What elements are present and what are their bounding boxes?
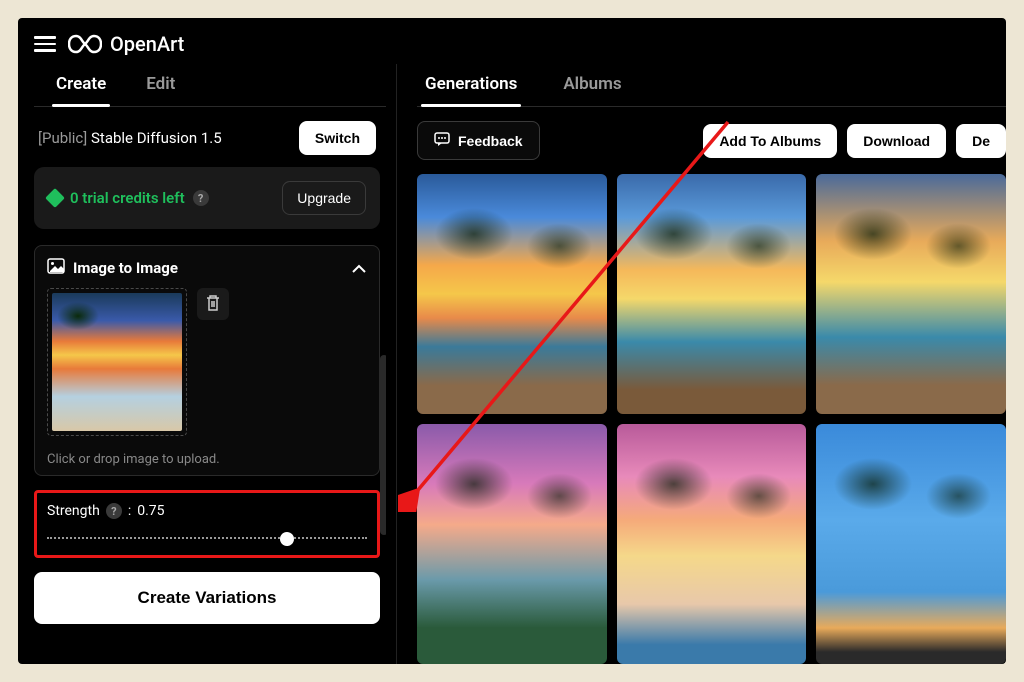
- generation-thumbnail[interactable]: [417, 424, 607, 664]
- panel-title: Image to Image: [47, 258, 178, 278]
- upgrade-button[interactable]: Upgrade: [282, 181, 366, 215]
- brand-name: OpenArt: [110, 32, 184, 56]
- scrollbar[interactable]: [380, 355, 386, 535]
- strength-slider[interactable]: [47, 537, 367, 539]
- brand-logo[interactable]: OpenArt: [68, 32, 184, 56]
- uploaded-thumbnail: [52, 293, 182, 431]
- generation-thumbnail[interactable]: [617, 424, 807, 664]
- panel-header: Image to Image: [47, 258, 367, 278]
- sidebar: Create Edit [Public] Stable Diffusion 1.…: [18, 64, 396, 664]
- feedback-label: Feedback: [458, 133, 523, 149]
- model-selector: [Public] Stable Diffusion 1.5 Switch: [34, 121, 380, 155]
- help-icon[interactable]: ?: [193, 190, 209, 206]
- slider-thumb[interactable]: [280, 532, 294, 546]
- image-to-image-panel: Image to Image: [34, 245, 380, 476]
- delete-button[interactable]: De: [956, 124, 1006, 158]
- main-tabs: Generations Albums: [417, 64, 1006, 107]
- menu-icon[interactable]: [34, 36, 56, 52]
- create-variations-button[interactable]: Create Variations: [34, 572, 380, 624]
- diamond-icon: [45, 188, 65, 208]
- credits-card: 0 trial credits left ? Upgrade: [34, 167, 380, 229]
- generation-thumbnail[interactable]: [816, 174, 1006, 414]
- model-label: [Public] Stable Diffusion 1.5: [38, 129, 222, 147]
- generation-thumbnail[interactable]: [417, 174, 607, 414]
- credits-text: 0 trial credits left: [70, 189, 185, 207]
- upload-hint: Click or drop image to upload.: [47, 452, 367, 467]
- panel-title-text: Image to Image: [73, 259, 178, 277]
- tab-edit[interactable]: Edit: [146, 68, 175, 106]
- app-header: OpenArt: [18, 18, 1006, 64]
- tab-generations[interactable]: Generations: [425, 68, 517, 106]
- strength-colon: :: [128, 503, 131, 519]
- feedback-button[interactable]: Feedback: [417, 121, 540, 160]
- sidebar-tabs: Create Edit: [34, 64, 386, 107]
- app-window: OpenArt Create Edit [Public] Stable Diff…: [18, 18, 1006, 664]
- app-body: Create Edit [Public] Stable Diffusion 1.…: [18, 64, 1006, 664]
- download-button[interactable]: Download: [847, 124, 946, 158]
- strength-label-row: Strength ? : 0.75: [47, 503, 367, 519]
- add-to-albums-button[interactable]: Add To Albums: [703, 124, 837, 158]
- infinity-icon: [68, 34, 102, 54]
- generation-thumbnail[interactable]: [617, 174, 807, 414]
- strength-label: Strength: [47, 503, 100, 519]
- model-visibility: [Public]: [38, 129, 87, 147]
- generation-thumbnail[interactable]: [816, 424, 1006, 664]
- model-name: Stable Diffusion 1.5: [91, 129, 222, 147]
- main-panel: Generations Albums Feedback Add To Album…: [396, 64, 1006, 664]
- tab-create[interactable]: Create: [56, 68, 106, 106]
- chevron-up-icon[interactable]: [351, 259, 367, 278]
- thumbnail-row: [47, 288, 367, 436]
- image-icon: [47, 258, 65, 278]
- credits-info: 0 trial credits left ?: [48, 189, 209, 207]
- trash-icon: [205, 294, 221, 315]
- main-toolbar: Feedback Add To Albums Download De: [417, 107, 1006, 174]
- upload-dropzone[interactable]: [47, 288, 187, 436]
- switch-button[interactable]: Switch: [299, 121, 376, 155]
- tab-albums[interactable]: Albums: [563, 68, 621, 106]
- strength-value: 0.75: [137, 503, 164, 519]
- sidebar-content: [Public] Stable Diffusion 1.5 Switch 0 t…: [34, 107, 386, 654]
- help-icon[interactable]: ?: [106, 503, 122, 519]
- gallery-grid: [417, 174, 1006, 664]
- strength-section: Strength ? : 0.75: [34, 490, 380, 558]
- delete-image-button[interactable]: [197, 288, 229, 320]
- chat-icon: [434, 132, 450, 149]
